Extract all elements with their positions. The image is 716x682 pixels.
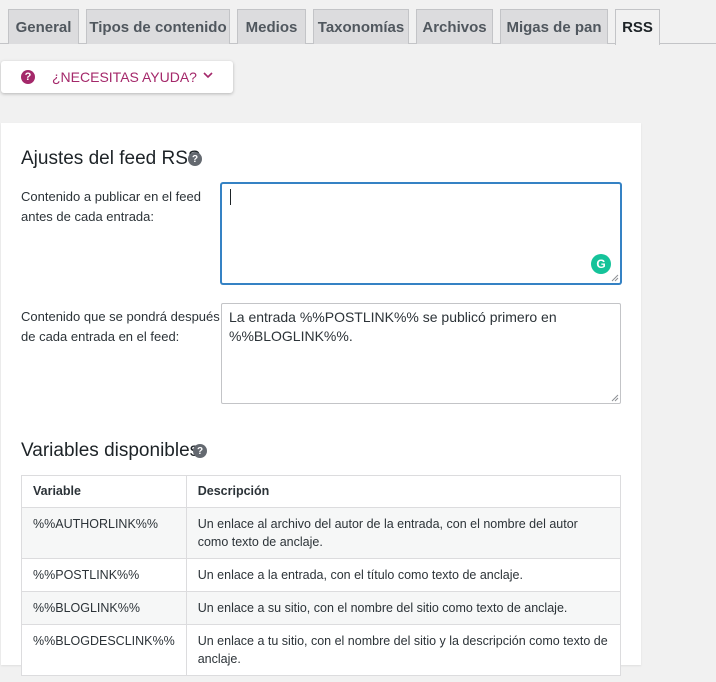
variable-cell: %%BLOGLINK%% xyxy=(21,591,187,625)
description-cell: Un enlace a tu sitio, con el nombre del … xyxy=(185,624,622,676)
table-header-row: Variable Descripción xyxy=(21,475,622,508)
description-cell: Un enlace a su sitio, con el nombre del … xyxy=(185,591,622,625)
rss-settings-card: Ajustes del feed RSS ? Contenido a publi… xyxy=(1,123,641,676)
text-cursor xyxy=(230,189,231,205)
rss-before-textarea[interactable]: G xyxy=(221,183,621,284)
tab-breadcrumbs[interactable]: Migas de pan xyxy=(500,9,608,44)
variable-cell: %%AUTHORLINK%% xyxy=(21,507,187,559)
variables-title: Variables disponibles xyxy=(21,440,200,461)
column-header-variable: Variable xyxy=(21,475,187,508)
help-icon[interactable]: ? xyxy=(188,152,202,166)
rss-after-textarea[interactable]: La entrada %%POSTLINK%% se publicó prime… xyxy=(221,303,621,404)
table-row: %%AUTHORLINK%% Un enlace al archivo del … xyxy=(21,507,622,559)
tab-general[interactable]: General xyxy=(8,9,79,44)
settings-tabs: General Tipos de contenido Medios Taxono… xyxy=(0,0,716,45)
help-toggle-button[interactable]: ? ¿NECESITAS AYUDA? xyxy=(1,61,233,93)
variable-cell: %%POSTLINK%% xyxy=(21,558,187,592)
tab-content-types[interactable]: Tipos de contenido xyxy=(86,9,230,44)
rss-settings-title: Ajustes del feed RSS xyxy=(21,148,201,169)
description-cell: Un enlace a la entrada, con el título co… xyxy=(185,558,622,592)
question-icon: ? xyxy=(21,70,35,84)
rss-after-value: La entrada %%POSTLINK%% se publicó prime… xyxy=(229,309,557,344)
column-header-description: Descripción xyxy=(185,475,622,508)
tab-rss[interactable]: RSS xyxy=(615,9,660,45)
resize-handle-icon[interactable] xyxy=(611,274,619,282)
grammarly-icon[interactable]: G xyxy=(591,254,611,274)
tab-media[interactable]: Medios xyxy=(237,9,306,44)
after-content-label: Contenido que se pondrá después de cada … xyxy=(21,309,220,344)
chevron-down-icon xyxy=(203,72,213,79)
tab-archives[interactable]: Archivos xyxy=(416,9,493,44)
variable-cell: %%BLOGDESCLINK%% xyxy=(21,624,187,676)
help-label: ¿NECESITAS AYUDA? xyxy=(52,69,197,85)
before-content-label: Contenido a publicar en el feed antes de… xyxy=(21,189,201,224)
tab-taxonomies[interactable]: Taxonomías xyxy=(313,9,409,44)
description-cell: Un enlace al archivo del autor de la ent… xyxy=(185,507,622,559)
resize-handle-icon[interactable] xyxy=(611,394,619,402)
table-row: %%BLOGDESCLINK%% Un enlace a tu sitio, c… xyxy=(21,624,622,676)
variables-table: Variable Descripción %%AUTHORLINK%% Un e… xyxy=(21,475,622,676)
table-row: %%POSTLINK%% Un enlace a la entrada, con… xyxy=(21,558,622,592)
help-icon[interactable]: ? xyxy=(193,444,207,458)
table-row: %%BLOGLINK%% Un enlace a su sitio, con e… xyxy=(21,591,622,625)
